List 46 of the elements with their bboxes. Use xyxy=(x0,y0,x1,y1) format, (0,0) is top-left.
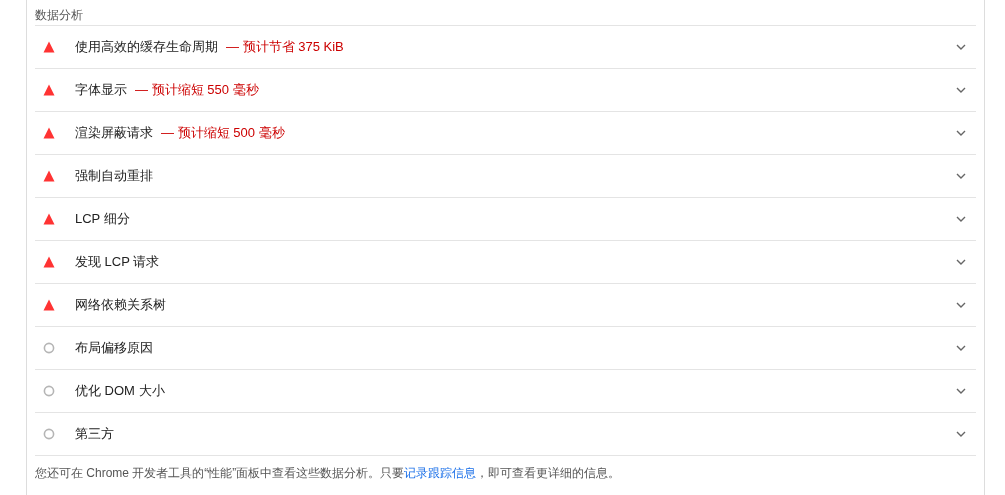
insight-row[interactable]: 强制自动重排 xyxy=(35,155,976,198)
insight-row[interactable]: 第三方 xyxy=(35,413,976,456)
insight-title: 字体显示 xyxy=(75,81,127,99)
savings-text: — 预计节省 375 KiB xyxy=(226,38,344,56)
chevron-icon[interactable] xyxy=(956,44,966,50)
chevron-icon[interactable] xyxy=(956,431,966,437)
insight-row[interactable]: 优化 DOM 大小 xyxy=(35,370,976,413)
warning-triangle-icon xyxy=(43,170,55,182)
chevron-icon[interactable] xyxy=(956,388,966,394)
circle-icon xyxy=(43,385,55,397)
insight-title: 强制自动重排 xyxy=(75,167,153,185)
insight-row[interactable]: 使用高效的缓存生命周期 — 预计节省 375 KiB xyxy=(35,26,976,69)
insight-title: 网络依赖关系树 xyxy=(75,296,166,314)
insight-title: 优化 DOM 大小 xyxy=(75,382,165,400)
warning-triangle-icon xyxy=(43,299,55,311)
savings-text: — 预计缩短 500 毫秒 xyxy=(161,124,285,142)
section-title: 数据分析 xyxy=(35,0,976,26)
chevron-icon[interactable] xyxy=(956,173,966,179)
warning-triangle-icon xyxy=(43,127,55,139)
insight-title: 渲染屏蔽请求 xyxy=(75,124,153,142)
savings-text: — 预计缩短 550 毫秒 xyxy=(135,81,259,99)
insight-title: 使用高效的缓存生命周期 xyxy=(75,38,218,56)
circle-icon xyxy=(43,428,55,440)
insight-title: 第三方 xyxy=(75,425,114,443)
chevron-icon[interactable] xyxy=(956,302,966,308)
chevron-icon[interactable] xyxy=(956,87,966,93)
warning-triangle-icon xyxy=(43,213,55,225)
chevron-icon[interactable] xyxy=(956,259,966,265)
record-trace-link[interactable]: 记录跟踪信息 xyxy=(404,466,477,480)
warning-triangle-icon xyxy=(43,256,55,268)
insight-row[interactable]: 字体显示 — 预计缩短 550 毫秒 xyxy=(35,69,976,112)
insight-title: 发现 LCP 请求 xyxy=(75,253,160,271)
insight-row[interactable]: 网络依赖关系树 xyxy=(35,284,976,327)
chevron-icon[interactable] xyxy=(956,216,966,222)
insight-row[interactable]: 布局偏移原因 xyxy=(35,327,976,370)
circle-icon xyxy=(43,342,55,354)
footer-note: 您还可在 Chrome 开发者工具的“性能”面板中查看这些数据分析。只要记录跟踪信息，即可查看更详细的信息。 xyxy=(35,465,622,482)
insight-row[interactable]: 渲染屏蔽请求 — 预计缩短 500 毫秒 xyxy=(35,112,976,155)
insight-title: LCP 细分 xyxy=(75,210,130,228)
insight-row[interactable]: LCP 细分 xyxy=(35,198,976,241)
chevron-icon[interactable] xyxy=(956,130,966,136)
insight-title: 布局偏移原因 xyxy=(75,339,153,357)
chevron-icon[interactable] xyxy=(956,345,966,351)
insight-row[interactable]: 发现 LCP 请求 xyxy=(35,241,976,284)
warning-triangle-icon xyxy=(43,41,55,53)
warning-triangle-icon xyxy=(43,84,55,96)
